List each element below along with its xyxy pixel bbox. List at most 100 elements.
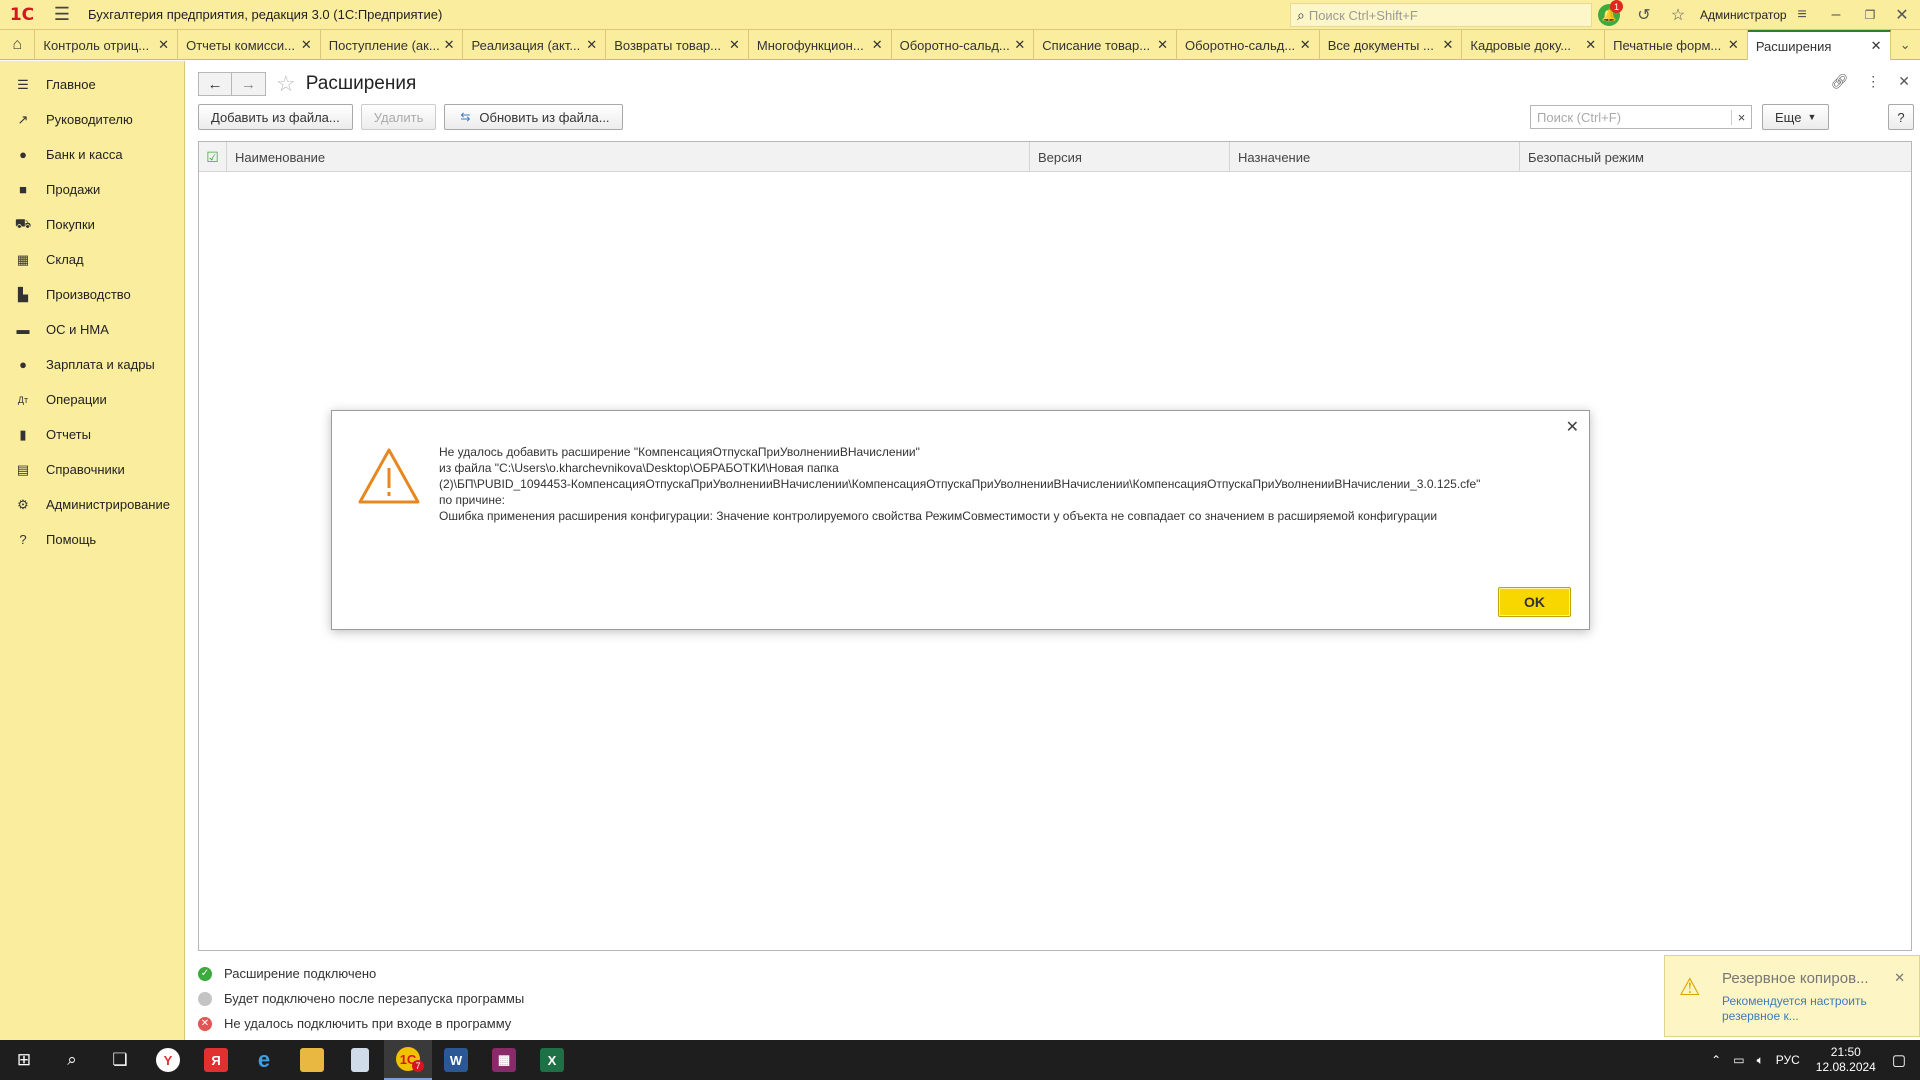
tab-label: Многофункцион... [756, 37, 864, 53]
close-form-icon[interactable]: ✕ [1898, 73, 1910, 90]
legend-label: Расширение подключено [224, 966, 377, 981]
sidebar-item-label: Склад [46, 252, 84, 267]
sidebar-item-operations[interactable]: Дт Операции [0, 382, 184, 417]
yandex-browser-icon[interactable]: Y [144, 1040, 192, 1080]
more-button[interactable]: Еще ▼ [1762, 104, 1830, 130]
restore-icon[interactable]: ❐ [1858, 3, 1882, 27]
tab-print-forms[interactable]: Печатные форм... ✕ [1605, 30, 1748, 60]
tab-control-negative[interactable]: Контроль отриц... ✕ [35, 30, 179, 60]
global-search-placeholder: Поиск Ctrl+Shift+F [1308, 7, 1418, 23]
volume-icon[interactable]: 🔈︎ [1757, 1053, 1764, 1068]
tab-hr-documents[interactable]: Кадровые доку... ✕ [1462, 30, 1606, 60]
sidebar-item-salary[interactable]: ● Зарплата и кадры [0, 347, 184, 382]
tab-close-icon[interactable]: ✕ [1728, 37, 1739, 53]
sidebar-item-fixed-assets[interactable]: ▬ ОС и НМА [0, 312, 184, 347]
winrar-icon[interactable]: ▦ [480, 1040, 528, 1080]
tabs-list-chevron-icon[interactable]: ⌄ [1891, 30, 1920, 60]
tab-receipts[interactable]: Поступление (ак... ✕ [321, 30, 464, 60]
internet-explorer-icon[interactable]: e [240, 1040, 288, 1080]
more-vertical-icon[interactable]: ⋮ [1866, 73, 1880, 90]
tab-close-icon[interactable]: ✕ [1014, 37, 1025, 53]
minimize-icon[interactable]: – [1824, 3, 1848, 27]
app-logo[interactable]: 1С [0, 0, 44, 30]
word-icon[interactable]: W [432, 1040, 480, 1080]
home-tab-icon[interactable]: ⌂ [0, 30, 36, 60]
column-header-version[interactable]: Версия [1030, 142, 1230, 172]
sidebar-item-directories[interactable]: ▤ Справочники [0, 452, 184, 487]
favorite-star-icon[interactable]: ☆ [276, 71, 296, 97]
column-header-safe-mode[interactable]: Безопасный режим [1520, 142, 1911, 172]
input-language[interactable]: РУС [1776, 1053, 1800, 1067]
backup-notification[interactable]: ⚠ Резервное копиров... Рекомендуется нас… [1664, 955, 1920, 1037]
user-name[interactable]: Администратор [1700, 8, 1787, 22]
forward-arrow-icon[interactable]: → [232, 72, 266, 96]
sidebar-item-production[interactable]: ▙ Производство [0, 277, 184, 312]
sidebar-item-administration[interactable]: ⚙ Администрирование [0, 487, 184, 522]
global-search-input[interactable]: ⌕ Поиск Ctrl+Shift+F [1290, 3, 1592, 27]
notification-close-icon[interactable]: ✕ [1894, 970, 1905, 986]
1c-app-icon[interactable]: 1С 7 [384, 1040, 432, 1080]
back-arrow-icon[interactable]: ← [198, 72, 232, 96]
update-from-file-button[interactable]: ⇆ Обновить из файла... [444, 104, 623, 130]
tab-close-icon[interactable]: ✕ [301, 37, 312, 53]
sidebar-item-sales[interactable]: ■ Продажи [0, 172, 184, 207]
clock[interactable]: 21:50 12.08.2024 [1806, 1045, 1886, 1075]
history-icon[interactable]: ↺ [1632, 3, 1656, 27]
main-menu-icon[interactable]: ☰ [44, 0, 80, 30]
sidebar-item-warehouse[interactable]: ▦ Склад [0, 242, 184, 277]
windows-start-icon[interactable]: ⊞ [0, 1040, 48, 1080]
search-icon[interactable]: ⌕ [48, 1040, 96, 1080]
tab-multifunctional[interactable]: Многофункцион... ✕ [749, 30, 892, 60]
sidebar-item-main[interactable]: ☰ Главное [0, 67, 184, 102]
coin-icon: ● [19, 147, 27, 162]
tab-balance-sheet-1[interactable]: Оборотно-сальд... ✕ [892, 30, 1035, 60]
tab-write-off[interactable]: Списание товар... ✕ [1034, 30, 1177, 60]
notification-link[interactable]: Рекомендуется настроить резервное к... [1722, 994, 1880, 1024]
column-header-name[interactable]: Наименование [227, 142, 1030, 172]
dialog-message: Не удалось добавить расширение "Компенса… [439, 444, 1569, 524]
favorites-star-icon[interactable]: ☆ [1666, 3, 1690, 27]
sidebar-item-reports[interactable]: ▮ Отчеты [0, 417, 184, 452]
tab-close-icon[interactable]: ✕ [158, 37, 169, 53]
dialog-close-icon[interactable]: ✕ [1566, 417, 1579, 437]
settings-lines-icon[interactable]: ≡ [1790, 3, 1814, 27]
add-from-file-button[interactable]: Добавить из файла... [198, 104, 353, 130]
tab-close-icon[interactable]: ✕ [872, 37, 883, 53]
tab-close-icon[interactable]: ✕ [1157, 37, 1168, 53]
yandex-icon[interactable]: Я [192, 1040, 240, 1080]
tab-close-icon[interactable]: ✕ [729, 37, 740, 53]
active-checkbox-icon[interactable]: ☑ [199, 142, 227, 172]
file-explorer-icon[interactable] [288, 1040, 336, 1080]
sidebar-item-purchases[interactable]: ⛟ Покупки [0, 207, 184, 242]
tab-all-documents[interactable]: Все документы ... ✕ [1320, 30, 1463, 60]
tab-close-icon[interactable]: ✕ [444, 37, 455, 53]
tab-close-icon[interactable]: ✕ [1300, 37, 1311, 53]
column-header-purpose[interactable]: Назначение [1230, 142, 1520, 172]
tab-close-icon[interactable]: ✕ [1585, 37, 1596, 53]
task-view-icon[interactable]: ❏ [96, 1040, 144, 1080]
clear-search-icon[interactable]: × [1731, 109, 1751, 125]
close-window-icon[interactable]: ✕ [1890, 3, 1914, 27]
tab-extensions[interactable]: Расширения ✕ [1747, 30, 1891, 60]
ok-button[interactable]: OK [1498, 587, 1571, 617]
help-button[interactable]: ? [1888, 104, 1914, 130]
action-center-icon[interactable]: ▢ [1892, 1051, 1906, 1069]
tab-commission-reports[interactable]: Отчеты комисси... ✕ [178, 30, 321, 60]
notepad-icon[interactable] [336, 1040, 384, 1080]
link-icon[interactable]: 🔗︎ [1830, 73, 1848, 90]
tab-close-icon[interactable]: ✕ [1443, 37, 1454, 53]
excel-icon[interactable]: X [528, 1040, 576, 1080]
sidebar-item-bank[interactable]: ● Банк и касса [0, 137, 184, 172]
page-title: Расширения [305, 73, 417, 94]
tray-chevron-up-icon[interactable]: ⌃ [1711, 1053, 1721, 1067]
delete-button[interactable]: Удалить [360, 104, 437, 130]
tab-balance-sheet-2[interactable]: Оборотно-сальд... ✕ [1177, 30, 1320, 60]
tab-returns[interactable]: Возвраты товар... ✕ [606, 30, 749, 60]
tab-close-icon[interactable]: ✕ [586, 37, 597, 53]
tab-sales[interactable]: Реализация (акт... ✕ [463, 30, 607, 60]
tab-close-icon[interactable]: ✕ [1871, 38, 1882, 54]
search-input[interactable]: Поиск (Ctrl+F) × [1530, 105, 1752, 129]
sidebar-item-help[interactable]: ? Помощь [0, 522, 184, 557]
sidebar-item-manager[interactable]: ↗ Руководителю [0, 102, 184, 137]
network-icon[interactable]: ▭ [1733, 1053, 1744, 1067]
